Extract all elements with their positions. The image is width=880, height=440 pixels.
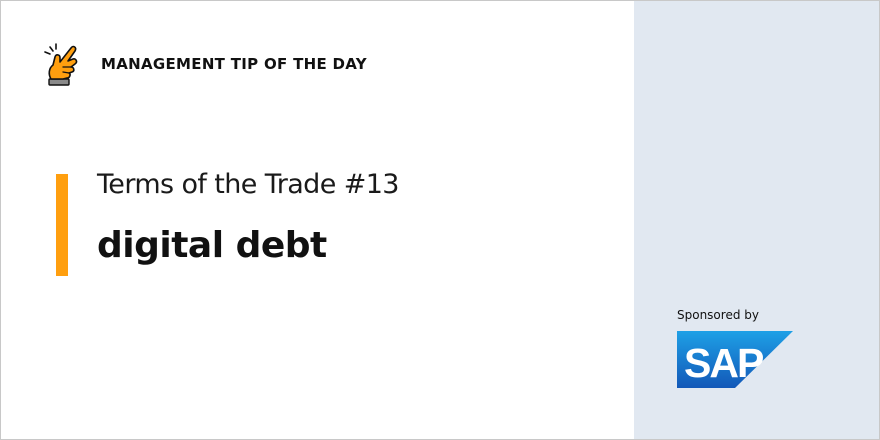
pointing-finger-icon [41,41,83,87]
term-title: digital debt [97,225,327,266]
series-title: Terms of the Trade #13 [97,169,399,200]
svg-text:SAP: SAP [684,340,763,386]
accent-bar [56,174,68,276]
sap-logo[interactable]: SAP [677,331,793,388]
content-panel: MANAGEMENT TIP OF THE DAY Terms of the T… [1,1,634,439]
section-label: MANAGEMENT TIP OF THE DAY [101,55,367,73]
sponsored-by-label: Sponsored by [677,308,759,322]
